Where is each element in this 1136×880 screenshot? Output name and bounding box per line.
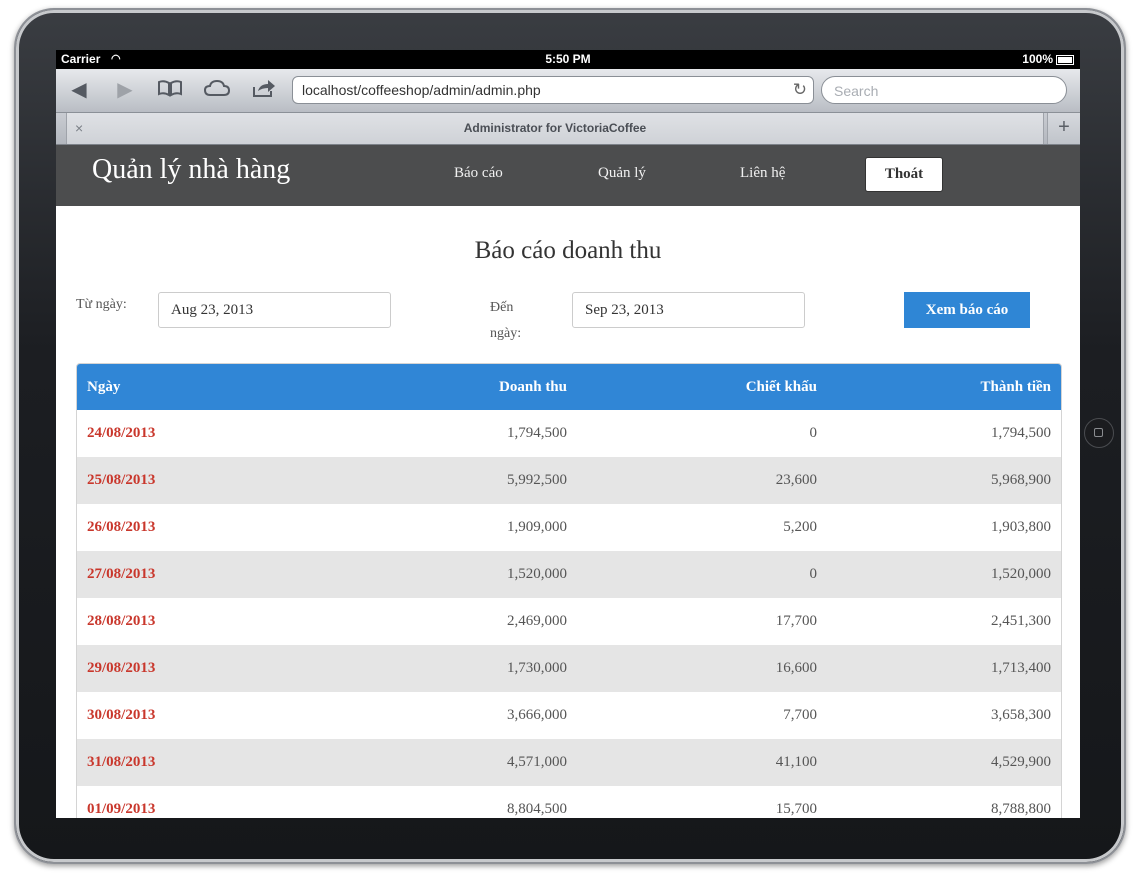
- table-row: 29/08/2013 1,730,000 16,600 1,713,400: [77, 645, 1061, 692]
- revenue-cell: 8,804,500: [507, 801, 567, 817]
- total-cell: 1,713,400: [827, 645, 1061, 692]
- view-report-button[interactable]: Xem báo cáo: [904, 292, 1030, 328]
- discount-cell: 23,600: [577, 457, 827, 504]
- share-icon[interactable]: [249, 78, 279, 104]
- discount-cell: 7,700: [783, 707, 817, 723]
- nav-link-reports[interactable]: Báo cáo: [454, 165, 503, 182]
- total-cell: 5,968,900: [827, 457, 1061, 504]
- date-link[interactable]: 25/08/2013: [77, 457, 327, 504]
- revenue-table: Ngày Doanh thu Chiết khấu Thành tiền 24/…: [76, 363, 1062, 818]
- revenue-cell: 2,469,000: [507, 613, 567, 629]
- table-row: 31/08/2013 4,571,000 41,100 4,529,900: [77, 739, 1061, 786]
- app-navbar: Quản lý nhà hàng Báo cáo Quản lý Liên hệ…: [56, 145, 1080, 206]
- discount-cell: 16,600: [577, 645, 827, 692]
- discount-cell: 5,200: [783, 519, 817, 535]
- search-bar[interactable]: [821, 76, 1067, 104]
- revenue-cell: 1,909,000: [507, 519, 567, 535]
- total-cell: 1,794,500: [991, 425, 1051, 441]
- total-cell: 1,903,800: [991, 519, 1051, 535]
- tab-title: Administrator for VictoriaCoffee: [463, 121, 647, 135]
- bookmarks-icon[interactable]: [155, 78, 185, 104]
- home-button[interactable]: [1084, 418, 1114, 448]
- back-icon[interactable]: ◀: [64, 78, 94, 102]
- to-date-label: Đến ngày:: [490, 300, 522, 341]
- brand-title[interactable]: Quản lý nhà hàng: [92, 154, 290, 186]
- table-row: 26/08/2013 1,909,000 5,200 1,903,800: [77, 504, 1061, 551]
- total-cell: 1,520,000: [827, 551, 1061, 598]
- total-cell: 4,529,900: [827, 739, 1061, 786]
- nav-link-contact[interactable]: Liên hệ: [740, 165, 785, 182]
- url-text: localhost/coffeeshop/admin/admin.php: [302, 82, 541, 98]
- header-total: Thành tiền: [827, 364, 1061, 410]
- date-link[interactable]: 31/08/2013: [77, 739, 327, 786]
- discount-cell: 0: [577, 551, 827, 598]
- revenue-cell: 1,520,000: [327, 551, 577, 598]
- total-cell: 8,788,800: [991, 801, 1051, 817]
- date-link[interactable]: 29/08/2013: [77, 645, 327, 692]
- table-row: 25/08/2013 5,992,500 23,600 5,968,900: [77, 457, 1061, 504]
- table-row: 28/08/2013 2,469,000 17,700 2,451,300: [77, 598, 1061, 645]
- date-link[interactable]: 24/08/2013: [77, 410, 327, 457]
- tab-bar: × Administrator for VictoriaCoffee +: [56, 113, 1080, 145]
- cloud-icon[interactable]: [202, 78, 232, 104]
- nav-link-manage[interactable]: Quản lý: [598, 165, 646, 182]
- header-date: Ngày: [77, 364, 327, 410]
- search-input[interactable]: [832, 82, 1056, 100]
- to-date-field[interactable]: Sep 23, 2013: [572, 292, 805, 328]
- battery-icon: [1056, 55, 1074, 65]
- date-link[interactable]: 27/08/2013: [77, 551, 327, 598]
- reload-icon[interactable]: ↻: [793, 80, 807, 100]
- from-date-field[interactable]: Aug 23, 2013: [158, 292, 391, 328]
- table-row: 30/08/2013 3,666,000 7,700 3,658,300: [77, 692, 1061, 739]
- add-tab-icon[interactable]: +: [1047, 113, 1080, 144]
- status-time: 5:50 PM: [545, 52, 591, 66]
- revenue-cell: 3,666,000: [507, 707, 567, 723]
- table-row: 27/08/2013 1,520,000 0 1,520,000: [77, 551, 1061, 598]
- discount-cell: 15,700: [775, 801, 817, 817]
- revenue-cell: 5,992,500: [327, 457, 577, 504]
- status-bar: Carrier ◠ 5:50 PM 100%: [56, 50, 1080, 69]
- logout-button[interactable]: Thoát: [865, 157, 943, 192]
- discount-cell: 17,700: [775, 613, 817, 629]
- date-link[interactable]: 30/08/2013: [77, 692, 327, 739]
- total-cell: 3,658,300: [991, 707, 1051, 723]
- date-link[interactable]: 26/08/2013: [77, 504, 327, 551]
- header-revenue: Doanh thu: [327, 364, 577, 410]
- table-row: 24/08/2013 1,794,500 0 1,794,500: [77, 410, 1061, 457]
- date-link[interactable]: 01/09/2013: [77, 786, 327, 818]
- revenue-cell: 1,794,500: [507, 425, 567, 441]
- revenue-cell: 4,571,000: [327, 739, 577, 786]
- page-title: Báo cáo doanh thu: [474, 237, 662, 264]
- browser-toolbar: ◀ ▶ localhost/coffeeshop/admin/admin.php…: [56, 69, 1080, 113]
- address-bar[interactable]: localhost/coffeeshop/admin/admin.php ↻: [292, 76, 814, 104]
- date-link[interactable]: 28/08/2013: [77, 598, 327, 645]
- total-cell: 2,451,300: [991, 613, 1051, 629]
- forward-icon[interactable]: ▶: [110, 78, 140, 102]
- table-header-row: Ngày Doanh thu Chiết khấu Thành tiền: [77, 364, 1061, 410]
- from-date-label: Từ ngày:: [76, 297, 127, 312]
- browser-tab[interactable]: × Administrator for VictoriaCoffee: [66, 113, 1044, 144]
- revenue-cell: 1,730,000: [327, 645, 577, 692]
- table-row: 01/09/2013 8,804,500 15,700 8,788,800: [77, 786, 1061, 818]
- battery-percent: 100%: [1022, 52, 1053, 66]
- discount-cell: 0: [809, 425, 818, 441]
- discount-cell: 41,100: [577, 739, 827, 786]
- header-discount: Chiết khấu: [577, 364, 827, 410]
- device-screen: Carrier ◠ 5:50 PM 100% ◀ ▶ localhost/cof…: [56, 50, 1080, 818]
